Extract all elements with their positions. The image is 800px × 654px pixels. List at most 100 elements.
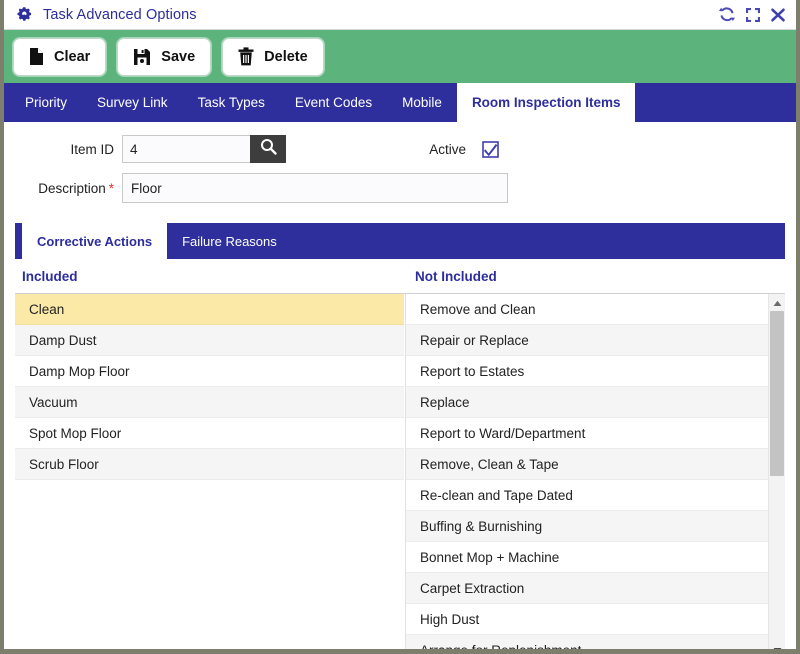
active-checkbox[interactable] bbox=[482, 140, 499, 158]
task-advanced-options-window: Task Advanced Options Clear Save Delete … bbox=[0, 0, 800, 654]
list-item[interactable]: Carpet Extraction bbox=[406, 573, 780, 604]
list-item-label: Damp Mop Floor bbox=[29, 363, 130, 379]
not-included-column-header: Not Included bbox=[415, 268, 497, 284]
included-column-header: Included bbox=[22, 268, 78, 284]
refresh-icon[interactable] bbox=[718, 6, 736, 23]
window-controls bbox=[718, 6, 786, 23]
list-item[interactable]: Remove and Clean bbox=[406, 294, 780, 325]
list-item-label: Bonnet Mop + Machine bbox=[420, 549, 560, 565]
tab-survey-link-label: Survey Link bbox=[97, 95, 168, 110]
list-item-label: Vacuum bbox=[29, 394, 78, 410]
not-included-list[interactable]: Remove and Clean Repair or Replace Report … bbox=[405, 294, 786, 654]
inspection-item-form: Item ID Active bbox=[4, 122, 796, 220]
main-tab-bar: Priority Survey Link Task Types Event Co… bbox=[4, 83, 796, 122]
description-label: Description * bbox=[4, 181, 122, 196]
list-item-label: Repair or Replace bbox=[420, 332, 529, 348]
item-id-label: Item ID bbox=[70, 141, 114, 157]
window-titlebar: Task Advanced Options bbox=[4, 0, 796, 30]
required-marker: * bbox=[108, 180, 114, 196]
list-item[interactable]: Remove, Clean & Tape bbox=[406, 449, 780, 480]
list-item[interactable]: Vacuum bbox=[15, 387, 404, 418]
delete-button[interactable]: Delete bbox=[222, 37, 324, 76]
active-field-group: Active bbox=[356, 140, 499, 158]
list-item-label: Scrub Floor bbox=[29, 456, 99, 472]
scroll-up-button[interactable] bbox=[769, 294, 786, 311]
inner-tab-failure-reasons[interactable]: Failure Reasons bbox=[167, 223, 292, 259]
triangle-up-icon bbox=[773, 294, 782, 312]
list-item-label: Remove, Clean & Tape bbox=[420, 456, 559, 472]
tab-priority[interactable]: Priority bbox=[10, 83, 82, 122]
tab-event-codes[interactable]: Event Codes bbox=[280, 83, 387, 122]
list-item[interactable]: Scrub Floor bbox=[15, 449, 404, 480]
list-item-label: High Dust bbox=[420, 611, 480, 627]
list-item[interactable]: Bonnet Mop + Machine bbox=[406, 542, 780, 573]
floppy-disk-icon bbox=[133, 48, 151, 66]
included-list-body: Clean Damp Dust Damp Mop Floor Vacuum Spot M… bbox=[15, 294, 404, 480]
description-input[interactable] bbox=[122, 173, 508, 203]
triangle-down-icon bbox=[773, 641, 782, 649]
save-button[interactable]: Save bbox=[117, 37, 212, 76]
list-item-label: Carpet Extraction bbox=[420, 580, 525, 596]
list-item-label: Buffing & Burnishing bbox=[420, 518, 543, 534]
clear-button[interactable]: Clear bbox=[13, 37, 107, 76]
corrective-actions-panel: Corrective Actions Failure Reasons Inclu… bbox=[15, 223, 786, 654]
scrollbar-track[interactable] bbox=[769, 311, 786, 641]
tab-task-types-label: Task Types bbox=[197, 95, 265, 110]
inner-tab-bar: Corrective Actions Failure Reasons bbox=[15, 223, 785, 259]
item-id-input[interactable] bbox=[122, 135, 250, 163]
description-row: Description * bbox=[4, 173, 796, 203]
list-item[interactable]: Buffing & Burnishing bbox=[406, 511, 780, 542]
included-list[interactable]: Clean Damp Dust Damp Mop Floor Vacuum Spot M… bbox=[15, 294, 405, 649]
description-label-text: Description bbox=[38, 180, 106, 196]
tab-mobile[interactable]: Mobile bbox=[387, 83, 457, 122]
titlebar-left: Task Advanced Options bbox=[16, 6, 718, 23]
list-item-label: Report to Estates bbox=[420, 363, 525, 379]
search-icon bbox=[260, 138, 277, 160]
list-item-label: Report to Ward/Department bbox=[420, 425, 586, 441]
scroll-down-button[interactable] bbox=[769, 641, 786, 649]
inner-tab-corrective-actions-label: Corrective Actions bbox=[37, 233, 153, 249]
list-item[interactable]: Arrange for Replenishment bbox=[406, 635, 780, 654]
maximize-icon[interactable] bbox=[745, 7, 761, 23]
list-item[interactable]: Report to Ward/Department bbox=[406, 418, 780, 449]
tab-task-types[interactable]: Task Types bbox=[183, 83, 280, 122]
list-column-headers: Included Not Included bbox=[15, 259, 785, 293]
scrollbar-thumb[interactable] bbox=[769, 311, 784, 476]
list-item-label: Replace bbox=[420, 394, 470, 410]
list-item[interactable]: Re-clean and Tape Dated bbox=[406, 480, 780, 511]
list-item[interactable]: Report to Estates bbox=[406, 356, 780, 387]
tab-event-codes-label: Event Codes bbox=[294, 95, 373, 110]
action-toolbar: Clear Save Delete bbox=[4, 30, 796, 83]
tab-survey-link[interactable]: Survey Link bbox=[82, 83, 183, 122]
file-icon bbox=[29, 47, 44, 66]
list-item[interactable]: Repair or Replace bbox=[406, 325, 780, 356]
list-item[interactable]: Spot Mop Floor bbox=[15, 418, 404, 449]
list-item[interactable]: Replace bbox=[406, 387, 780, 418]
item-id-search-button[interactable] bbox=[250, 135, 286, 163]
inner-tab-corrective-actions[interactable]: Corrective Actions bbox=[22, 223, 168, 259]
tab-mobile-label: Mobile bbox=[402, 95, 442, 110]
clear-button-label: Clear bbox=[54, 48, 91, 65]
list-item-label: Clean bbox=[29, 301, 65, 317]
delete-button-label: Delete bbox=[264, 48, 308, 65]
list-item[interactable]: Clean bbox=[15, 294, 404, 325]
list-item-label: Arrange for Replenishment bbox=[420, 642, 582, 654]
inner-tab-failure-reasons-label: Failure Reasons bbox=[182, 233, 277, 249]
list-item[interactable]: Damp Mop Floor bbox=[15, 356, 404, 387]
trash-icon bbox=[238, 47, 254, 66]
item-id-field-group bbox=[122, 135, 286, 163]
active-label: Active bbox=[429, 141, 466, 157]
list-item-label: Damp Dust bbox=[29, 332, 97, 348]
not-included-list-body: Remove and Clean Repair or Replace Report … bbox=[406, 294, 780, 654]
list-item-label: Spot Mop Floor bbox=[29, 425, 122, 441]
save-button-label: Save bbox=[161, 48, 196, 65]
tab-room-inspection-items-label: Room Inspection Items bbox=[471, 95, 621, 110]
list-item-label: Remove and Clean bbox=[420, 301, 536, 317]
not-included-scrollbar[interactable] bbox=[768, 294, 786, 649]
list-item[interactable]: High Dust bbox=[406, 604, 780, 635]
tab-room-inspection-items[interactable]: Room Inspection Items bbox=[456, 83, 636, 122]
close-icon[interactable] bbox=[770, 7, 786, 23]
list-item[interactable]: Damp Dust bbox=[15, 325, 404, 356]
gears-icon bbox=[16, 6, 35, 23]
window-title: Task Advanced Options bbox=[43, 6, 197, 23]
